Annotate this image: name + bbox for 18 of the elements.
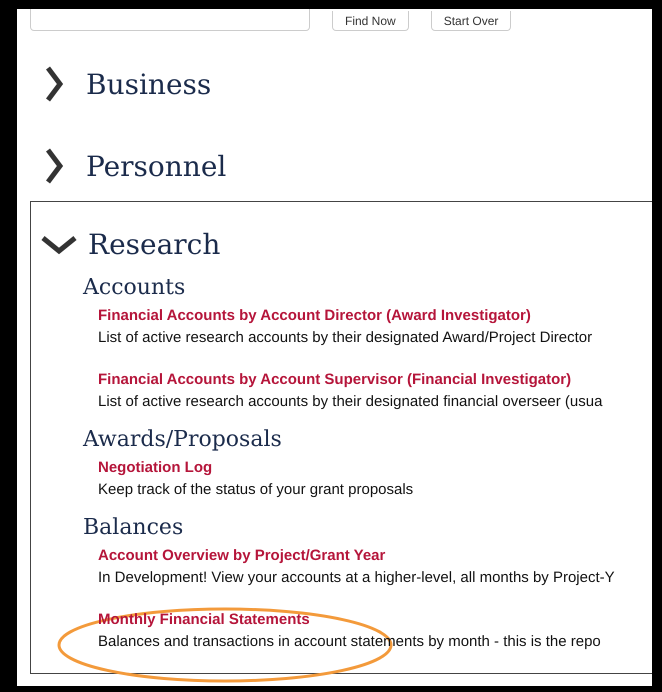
- group-title: Accounts: [83, 274, 186, 302]
- report-link[interactable]: Account Overview by Project/Grant Year: [98, 545, 386, 567]
- search-field[interactable]: [30, 9, 310, 31]
- report-description: List of active research accounts by their designated Award/Project Director: [98, 328, 594, 348]
- report-description: Keep track of the status of your grant proposals: [98, 480, 414, 500]
- find-now-button[interactable]: Find Now: [332, 11, 409, 31]
- section-header[interactable]: Business: [45, 65, 212, 103]
- group-title: Balances: [83, 514, 184, 542]
- section-header[interactable]: Research: [40, 228, 220, 261]
- report-link[interactable]: Financial Accounts by Account Supervisor (Financial Investigator): [98, 369, 572, 391]
- group-title: Awards/Proposals: [83, 426, 283, 454]
- report-link[interactable]: Financial Accounts by Account Director (Award Investigator): [98, 305, 531, 327]
- report-description: List of active research accounts by their designated financial overseer (usua: [98, 392, 604, 412]
- report-description: In Development! View your accounts at a higher-level, all months by Project-Y: [98, 568, 616, 588]
- report-link[interactable]: Monthly Financial Statements: [98, 609, 310, 631]
- report-link[interactable]: Negotiation Log: [98, 457, 212, 479]
- start-over-button[interactable]: Start Over: [430, 11, 512, 31]
- section-header[interactable]: Personnel: [45, 147, 226, 185]
